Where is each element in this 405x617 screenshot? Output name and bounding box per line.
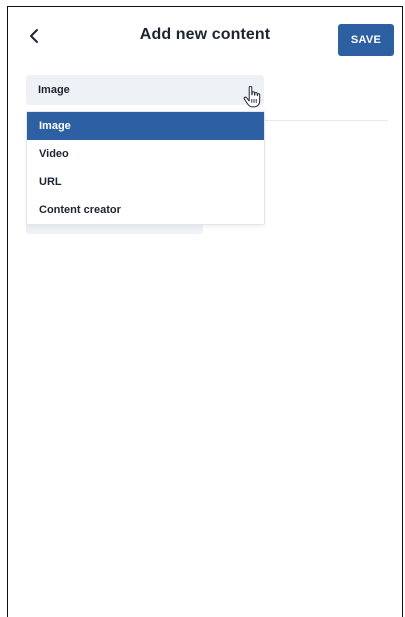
back-button[interactable] bbox=[24, 25, 44, 47]
dropdown-option-image[interactable]: Image bbox=[27, 112, 264, 140]
chevron-left-icon bbox=[30, 29, 38, 43]
divider bbox=[264, 120, 388, 121]
dropdown-option-video[interactable]: Video bbox=[27, 140, 264, 168]
content-type-dropdown: Image Video URL Content creator bbox=[26, 111, 265, 225]
save-button[interactable]: SAVE bbox=[338, 24, 394, 56]
app-screen: Add new content SAVE Image Image Video U… bbox=[7, 6, 403, 617]
content-type-select[interactable]: Image bbox=[26, 75, 264, 105]
hand-pointer-icon bbox=[243, 86, 261, 108]
content-type-select-value: Image bbox=[38, 84, 70, 96]
dropdown-option-url[interactable]: URL bbox=[27, 168, 264, 196]
dropdown-option-content-creator[interactable]: Content creator bbox=[27, 196, 264, 224]
